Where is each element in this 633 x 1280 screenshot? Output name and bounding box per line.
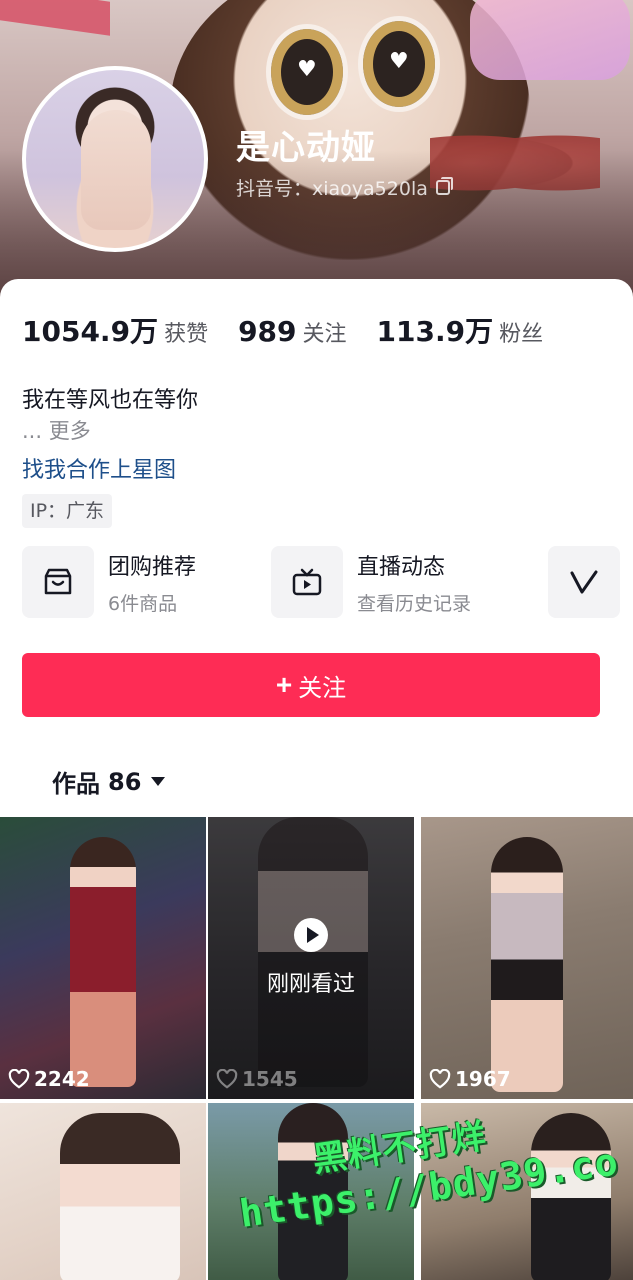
- like-count: 1545: [216, 1067, 298, 1091]
- recently-watched-overlay: 刚刚看过: [208, 817, 414, 1099]
- ip-location-tag: IP：广东: [22, 494, 113, 528]
- like-number: 1545: [242, 1067, 298, 1091]
- caret-down-icon: [151, 777, 166, 786]
- nickname: 是心动娅: [236, 128, 376, 168]
- play-icon: [294, 918, 328, 952]
- copy-icon[interactable]: [435, 177, 453, 195]
- cooperation-link[interactable]: 找我合作上星图: [22, 452, 176, 484]
- heart-icon: [429, 1069, 451, 1089]
- stat-following[interactable]: 989 关注: [238, 315, 346, 348]
- feature-title: 直播动态: [357, 554, 446, 580]
- stat-likes[interactable]: 1054.9万 获赞: [22, 310, 208, 350]
- stat-number: 989: [238, 315, 297, 348]
- video-thumbnail: [491, 837, 563, 1092]
- douyin-id-text: 抖音号：xiaoya520la: [236, 178, 428, 200]
- stat-number: 113.9万: [376, 315, 494, 348]
- banner-eye-left: ♥: [266, 24, 348, 120]
- heart-icon: [8, 1069, 30, 1089]
- banner-decoration-cake: [470, 0, 630, 80]
- follow-label: 关注: [298, 674, 347, 702]
- v-entry[interactable]: [548, 546, 620, 618]
- bio-text: 我在等风也在等你: [22, 388, 199, 413]
- avatar-figure: [81, 110, 151, 230]
- feature-title: 团购推荐: [108, 554, 197, 580]
- stat-label: 获赞: [164, 322, 209, 347]
- like-count: 1967: [429, 1067, 511, 1091]
- feature-subtitle: 查看历史记录: [357, 592, 472, 615]
- banner-eye-right: ♥: [358, 16, 440, 112]
- works-count: 86: [108, 767, 142, 796]
- video-tile[interactable]: 刚刚看过 1545: [208, 817, 414, 1099]
- feature-subtitle: 6件商品: [108, 592, 178, 615]
- like-number: 2242: [34, 1067, 90, 1091]
- stat-label: 关注: [302, 322, 347, 347]
- works-label: 作品: [52, 770, 100, 798]
- tv-icon: [271, 546, 343, 618]
- live-history-entry[interactable]: 直播动态 查看历史记录: [271, 546, 471, 618]
- stat-number: 1054.9万: [22, 315, 159, 348]
- video-tile[interactable]: [0, 1103, 206, 1280]
- banner-decoration: [0, 0, 110, 36]
- follow-button[interactable]: + 关注: [22, 653, 600, 717]
- group-buy-entry[interactable]: 团购推荐 6件商品: [22, 546, 196, 618]
- video-tile[interactable]: 1967: [421, 817, 633, 1099]
- video-thumbnail: [60, 1113, 180, 1280]
- video-thumbnail: [70, 837, 136, 1087]
- recently-watched-label: 刚刚看过: [266, 972, 355, 997]
- douyin-id[interactable]: 抖音号：xiaoya520la: [236, 174, 453, 201]
- stats-row: 1054.9万 获赞 989 关注 113.9万 粉丝: [22, 310, 573, 350]
- v-icon: [548, 546, 620, 618]
- shop-icon: [22, 546, 94, 618]
- stat-label: 粉丝: [499, 322, 544, 347]
- like-count: 2242: [8, 1067, 90, 1091]
- heart-icon: [216, 1069, 238, 1089]
- avatar[interactable]: [22, 66, 208, 252]
- like-number: 1967: [455, 1067, 511, 1091]
- works-tab[interactable]: 作品 86: [52, 764, 166, 799]
- video-tile[interactable]: 2242: [0, 817, 206, 1099]
- stat-followers[interactable]: 113.9万 粉丝: [377, 310, 544, 350]
- bio-more-link[interactable]: ... 更多: [22, 415, 91, 445]
- plus-icon: +: [275, 669, 293, 700]
